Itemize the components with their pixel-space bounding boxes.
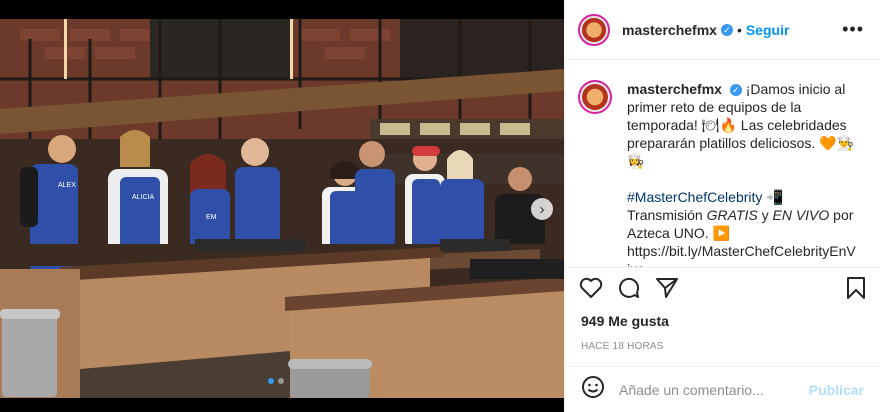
chevron-right-icon: › <box>539 200 545 218</box>
more-options-icon[interactable]: ••• <box>842 19 864 40</box>
publish-button[interactable]: Publicar <box>809 382 864 398</box>
verified-icon: ✓ <box>720 23 733 36</box>
caption-text: y <box>757 207 773 223</box>
apron-label: EM <box>206 214 217 221</box>
action-bar <box>565 267 880 307</box>
like-count[interactable]: 949 Me gusta <box>565 307 880 329</box>
carousel-dots <box>268 378 284 384</box>
post-photo: ALEX ALICIA EM <box>0 19 564 398</box>
caption-avatar[interactable] <box>578 80 612 114</box>
next-photo-button[interactable]: › <box>531 198 553 220</box>
post-timestamp: HACE 18 HORAS <box>581 341 664 352</box>
emoji-icon[interactable] <box>581 375 605 404</box>
avatar[interactable] <box>578 13 610 46</box>
share-icon[interactable] <box>655 277 679 299</box>
caption-paragraph: #MasterChefCelebrity 📲 Transmisión GRATI… <box>627 188 857 267</box>
apron-label: ALEX <box>58 182 76 189</box>
separator: • <box>736 21 742 38</box>
carousel-dot <box>278 378 284 384</box>
comment-icon[interactable] <box>617 276 641 300</box>
caption-paragraph: masterchefmx ✓ ¡Damos inicio al primer r… <box>627 80 857 170</box>
bookmark-icon[interactable] <box>846 276 866 300</box>
apron-label: ALICIA <box>132 194 155 201</box>
caption-text: EN VIVO <box>772 207 830 223</box>
carousel-dot <box>268 378 274 384</box>
caption-section: masterchefmx ✓ ¡Damos inicio al primer r… <box>565 60 880 267</box>
post-sidebar: masterchefmx ✓ • Seguir ••• masterchefmx… <box>564 0 880 412</box>
post-media[interactable]: ALEX ALICIA EM › <box>0 0 564 412</box>
post-header: masterchefmx ✓ • Seguir ••• <box>565 0 880 60</box>
comment-input[interactable] <box>617 380 809 399</box>
follow-button[interactable]: Seguir <box>746 22 790 38</box>
comment-bar: Publicar <box>565 366 880 412</box>
caption-username[interactable]: masterchefmx <box>627 81 722 97</box>
instagram-post: ALEX ALICIA EM › masterchefmx ✓ • Seguir… <box>0 0 880 412</box>
username-link[interactable]: masterchefmx <box>622 22 717 38</box>
caption-body: masterchefmx ✓ ¡Damos inicio al primer r… <box>627 80 857 267</box>
heart-icon[interactable] <box>579 277 603 299</box>
caption-text: GRATIS <box>706 207 758 223</box>
caption-link[interactable]: https://bit.ly/MasterChefCelebrityEnVivo <box>627 243 856 267</box>
verified-icon: ✓ <box>729 84 742 96</box>
hashtag-link[interactable]: #MasterChefCelebrity <box>627 189 762 205</box>
kitchen-scene-illustration: ALEX ALICIA EM <box>0 19 564 398</box>
